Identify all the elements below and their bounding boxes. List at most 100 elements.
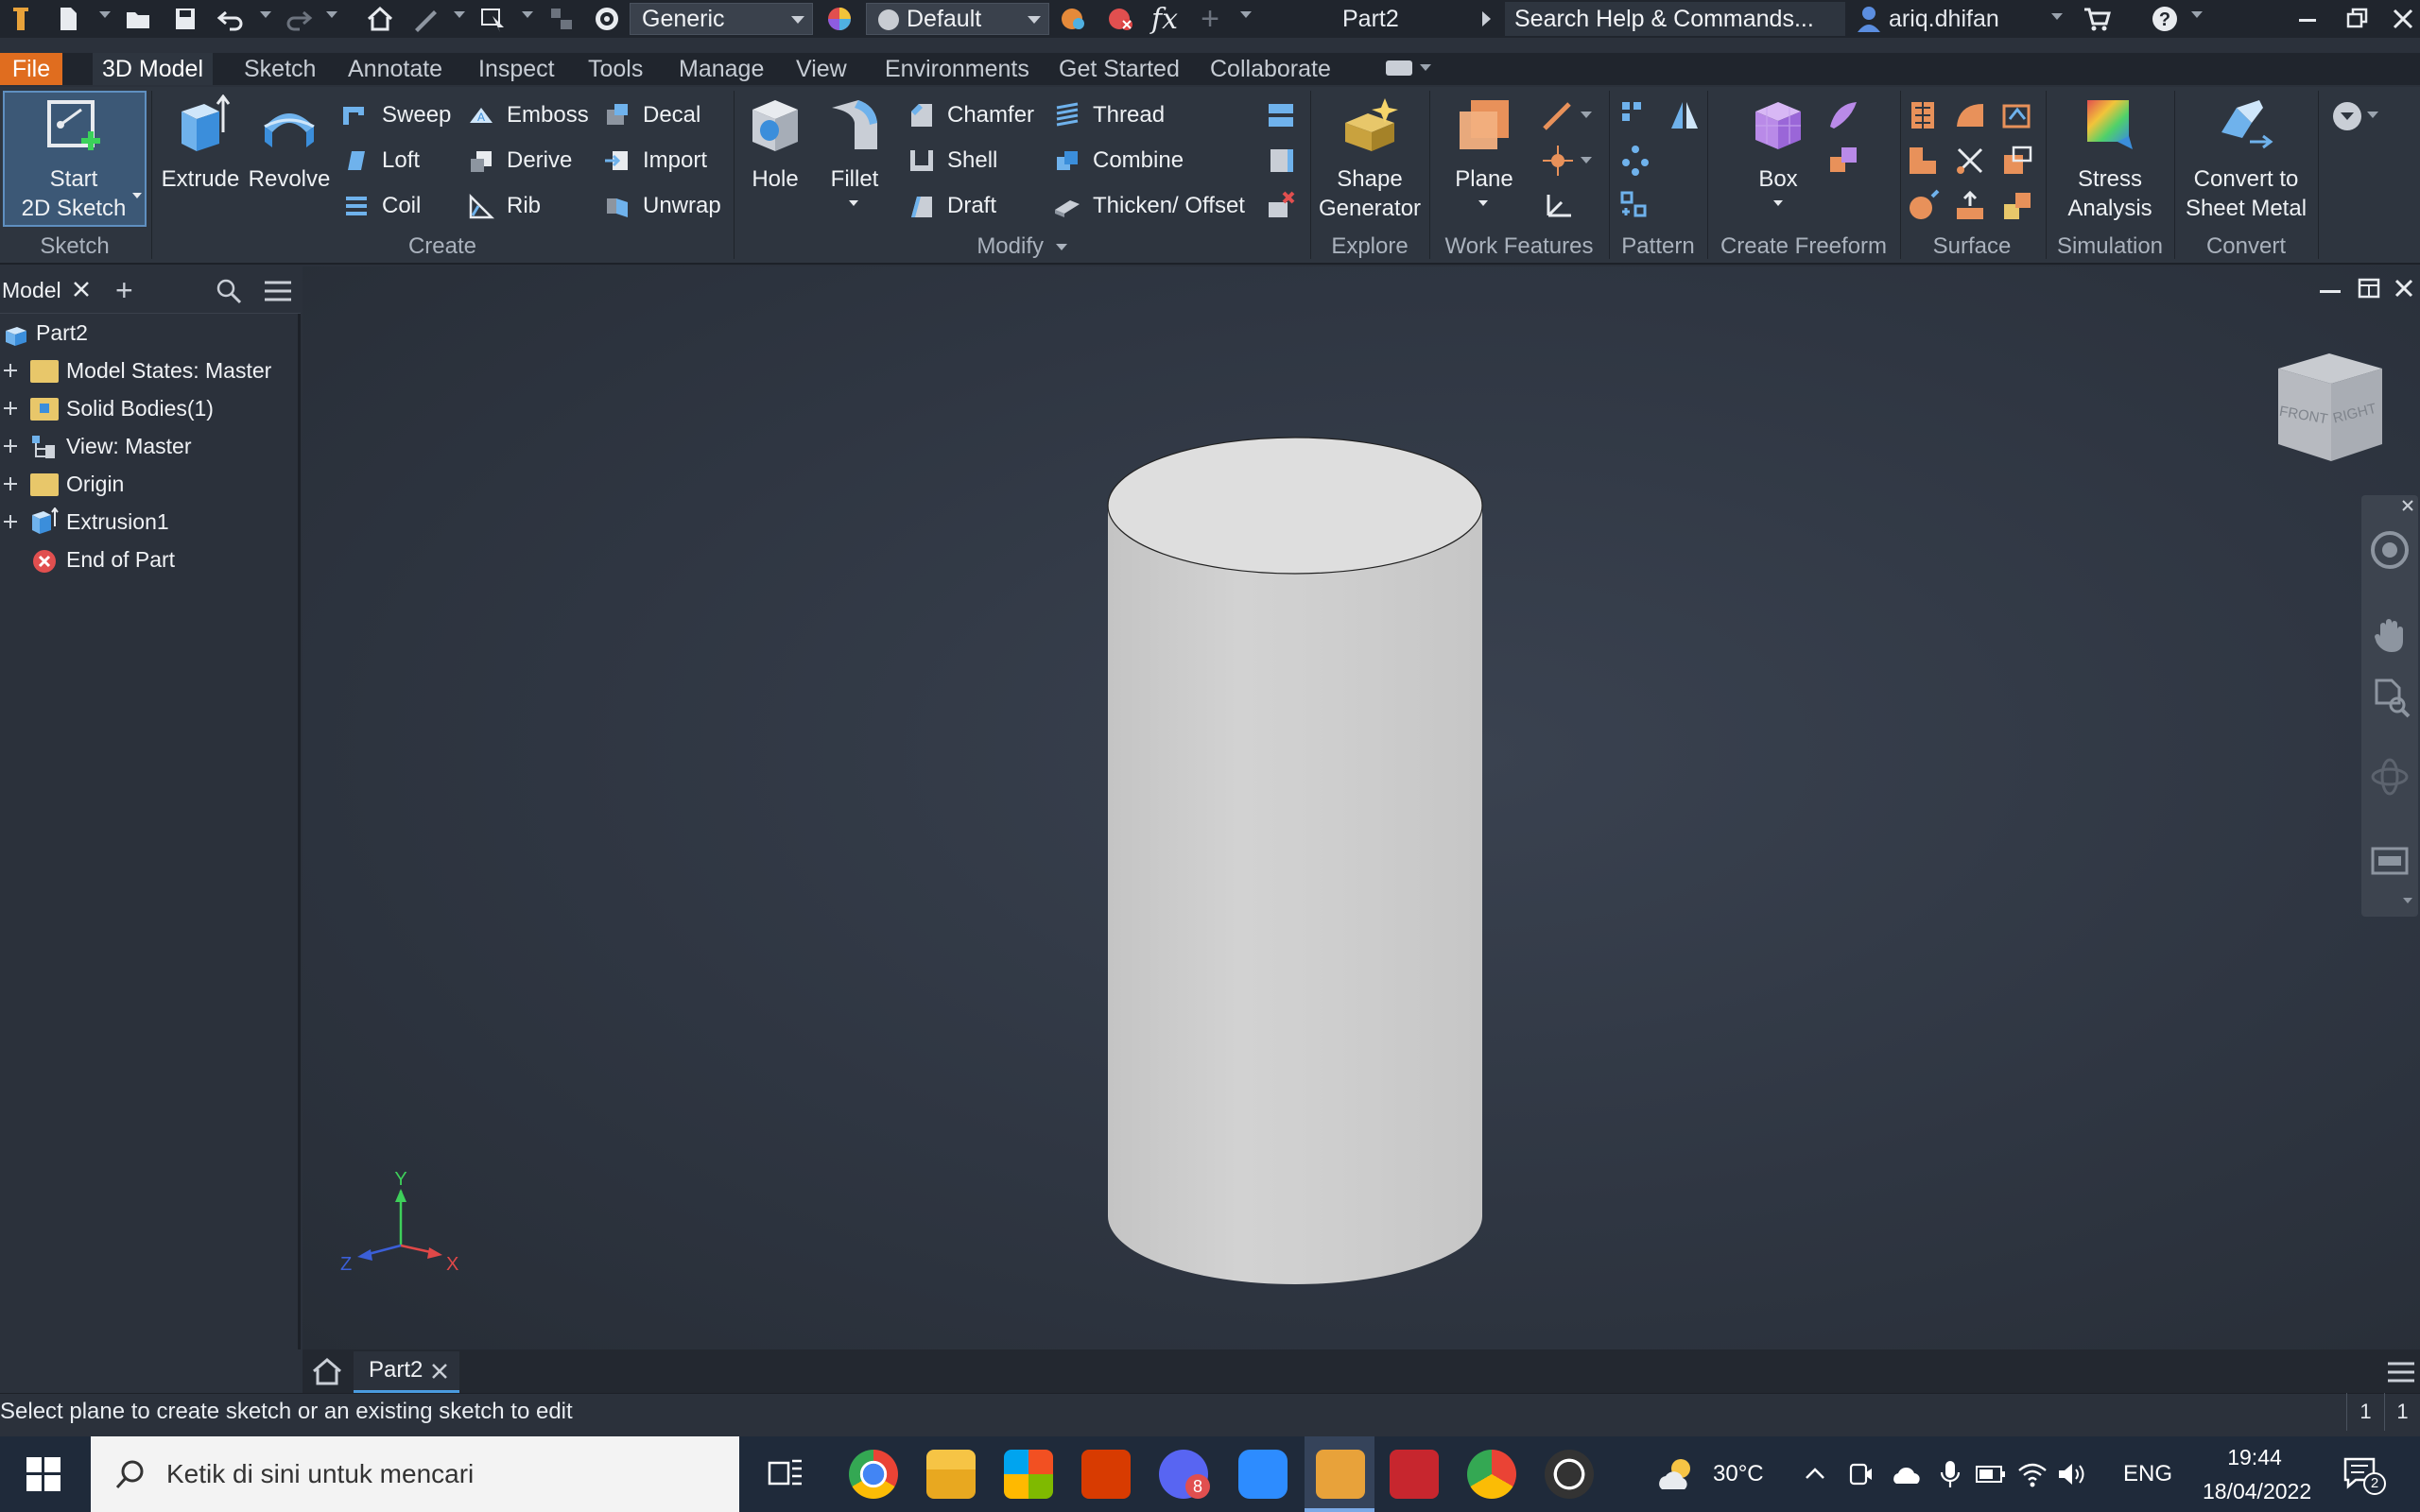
chevron-down-icon[interactable]: [2403, 898, 2412, 903]
home-icon[interactable]: [312, 1357, 342, 1385]
chevron-down-icon[interactable]: [1478, 200, 1488, 206]
autodesk-d-icon[interactable]: [1390, 1450, 1439, 1499]
thicken-surface-icon[interactable]: [1953, 189, 1987, 223]
clear-appearance-icon[interactable]: [1104, 4, 1138, 34]
open-folder-icon[interactable]: [121, 4, 155, 34]
extend-icon[interactable]: [1906, 189, 1940, 223]
expand-icon[interactable]: [4, 402, 17, 415]
chevron-down-icon[interactable]: [454, 11, 465, 18]
tab-inspect[interactable]: Inspect: [469, 53, 564, 85]
close-icon[interactable]: [2392, 8, 2414, 30]
volume-icon[interactable]: [2057, 1461, 2087, 1487]
meet-now-icon[interactable]: [1849, 1461, 1874, 1487]
combine-button[interactable]: Combine: [1049, 144, 1184, 178]
user-icon[interactable]: [1855, 4, 1883, 34]
expand-icon[interactable]: [4, 477, 17, 490]
tab-tools[interactable]: Tools: [579, 53, 652, 85]
work-point-icon[interactable]: [1541, 144, 1575, 178]
chamfer-button[interactable]: Chamfer: [904, 98, 1034, 132]
office-icon[interactable]: [1081, 1450, 1131, 1499]
cylinder-model[interactable]: [1097, 430, 1494, 1285]
appearance-ball-icon[interactable]: [590, 4, 624, 34]
ribbon-more-icon[interactable]: [2331, 100, 2363, 132]
undo-icon[interactable]: [214, 4, 248, 34]
sweep-button[interactable]: Sweep: [338, 98, 451, 132]
sketch-pattern-icon[interactable]: [1618, 189, 1652, 223]
battery-icon[interactable]: [1976, 1465, 2006, 1484]
hamburger-menu-icon[interactable]: [265, 280, 291, 302]
sculpt-icon[interactable]: [2000, 98, 2034, 132]
task-view-icon[interactable]: [768, 1457, 804, 1491]
expand-icon[interactable]: [4, 515, 17, 528]
import-button[interactable]: Import: [599, 144, 707, 178]
new-file-icon[interactable]: [51, 4, 85, 34]
browser-tab-model[interactable]: Model: [2, 274, 61, 306]
direct-edit-icon[interactable]: [1263, 144, 1297, 178]
steering-wheel-icon[interactable]: [2369, 529, 2411, 571]
extrude-button[interactable]: Extrude: [157, 94, 244, 194]
look-at-icon[interactable]: [2369, 841, 2411, 879]
rectangular-pattern-icon[interactable]: [1618, 98, 1652, 132]
delete-face-icon[interactable]: [1263, 189, 1297, 223]
derive-button[interactable]: Derive: [463, 144, 572, 178]
replace-face-icon[interactable]: [2000, 144, 2034, 178]
help-search-input[interactable]: Search Help & Commands...: [1505, 2, 1845, 36]
tab-manage[interactable]: Manage: [669, 53, 773, 85]
patch-icon[interactable]: [1953, 98, 1987, 132]
ucs-icon[interactable]: [1541, 189, 1575, 223]
wifi-icon[interactable]: [2017, 1461, 2048, 1487]
close-icon[interactable]: [72, 280, 91, 299]
stress-analysis-button[interactable]: Stress Analysis: [2049, 94, 2170, 223]
customize-chevron-icon[interactable]: [1240, 11, 1252, 18]
expand-icon[interactable]: [4, 439, 17, 453]
help-icon[interactable]: ?: [2148, 4, 2182, 34]
tab-environments[interactable]: Environments: [875, 53, 1039, 85]
thread-button[interactable]: Thread: [1049, 98, 1165, 132]
hamburger-menu-icon[interactable]: [2388, 1361, 2414, 1383]
chevron-down-icon[interactable]: [2051, 13, 2063, 20]
save-icon[interactable]: [168, 4, 202, 34]
file-explorer-icon[interactable]: [926, 1450, 976, 1499]
boundary-patch-icon[interactable]: [1906, 144, 1940, 178]
draft-button[interactable]: Draft: [904, 189, 996, 223]
parameters-icon[interactable]: fx: [1148, 3, 1182, 36]
chevron-right-icon[interactable]: [1482, 11, 1491, 26]
chevron-down-icon[interactable]: [260, 11, 271, 18]
color-wheel-icon[interactable]: [822, 4, 856, 34]
taskbar-search-input[interactable]: Ketik di sini untuk mencari: [91, 1436, 739, 1512]
freeform-face-icon[interactable]: [1826, 98, 1860, 132]
clock[interactable]: 19:44 18/04/2022: [2203, 1440, 2311, 1508]
measure-icon[interactable]: [408, 4, 442, 34]
tab-get-started[interactable]: Get Started: [1049, 53, 1189, 85]
convert-to-sheet-metal-button[interactable]: Convert to Sheet Metal: [2178, 94, 2314, 223]
chrome-profile-icon[interactable]: [1467, 1450, 1516, 1499]
adjust-appearance-icon[interactable]: [1057, 4, 1091, 34]
close-icon[interactable]: [2401, 499, 2414, 512]
chevron-down-icon[interactable]: [2191, 11, 2203, 18]
tab-collaborate[interactable]: Collaborate: [1201, 53, 1340, 85]
microphone-icon[interactable]: [1940, 1459, 1961, 1489]
chevron-down-icon[interactable]: [99, 11, 111, 18]
loft-button[interactable]: Loft: [338, 144, 420, 178]
rib-button[interactable]: Rib: [463, 189, 541, 223]
tab-sketch[interactable]: Sketch: [234, 53, 325, 85]
convert-freeform-icon[interactable]: [1826, 144, 1860, 178]
chevron-down-icon[interactable]: [1420, 64, 1431, 71]
chevron-down-icon[interactable]: [849, 200, 858, 206]
minimize-icon[interactable]: [2299, 19, 2316, 22]
split-icon[interactable]: [1263, 98, 1297, 132]
chevron-down-icon[interactable]: [522, 11, 533, 18]
close-icon[interactable]: [2394, 278, 2414, 299]
restore-icon[interactable]: [2346, 8, 2369, 28]
appearance-combo[interactable]: Generic: [630, 3, 813, 35]
revolve-button[interactable]: Revolve: [246, 94, 333, 194]
tray-chevron-up-icon[interactable]: [1804, 1463, 1826, 1486]
circular-pattern-icon[interactable]: [1618, 144, 1652, 178]
mirror-icon[interactable]: [1668, 98, 1702, 132]
restore-icon[interactable]: [2358, 278, 2380, 299]
decal-button[interactable]: Decal: [599, 98, 700, 132]
weather-temp[interactable]: 30°C: [1713, 1436, 1764, 1512]
document-tab-part2[interactable]: Part2: [354, 1351, 459, 1393]
tab-3d-model[interactable]: 3D Model: [93, 53, 213, 85]
trim-icon[interactable]: [1953, 144, 1987, 178]
